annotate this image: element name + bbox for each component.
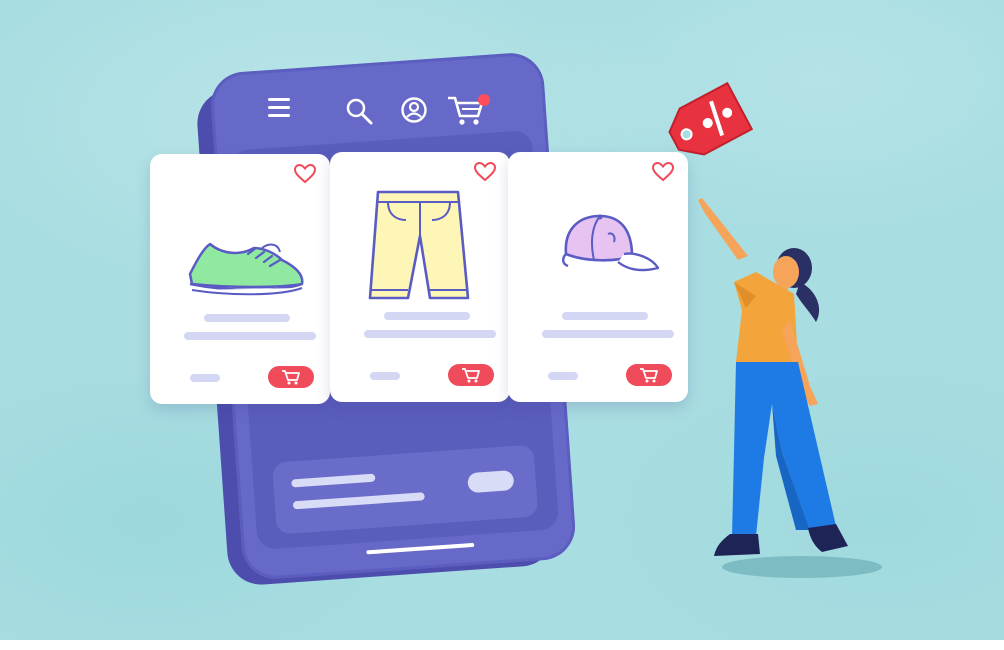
product-title-placeholder: [384, 312, 470, 320]
cart-icon: [282, 370, 300, 385]
search-icon: [346, 98, 373, 125]
menu-icon: [268, 98, 290, 118]
product-title-placeholder: [204, 314, 290, 322]
discount-tag-icon: [668, 81, 754, 156]
heart-icon: [474, 162, 496, 182]
product-desc-placeholder: [364, 330, 496, 338]
product-card-cap: [508, 152, 688, 402]
add-to-cart-button[interactable]: [448, 364, 494, 386]
promo-line-1: [291, 473, 376, 488]
product-card-sneaker: [150, 154, 330, 404]
product-price-placeholder: [190, 374, 220, 382]
woman-pointing-illustration: [698, 198, 848, 556]
product-card-shorts: [330, 152, 510, 402]
illustration-scene: [0, 0, 1004, 640]
shorts-icon: [368, 190, 470, 300]
cap-icon: [562, 214, 660, 272]
heart-icon: [294, 164, 316, 184]
product-price-placeholder: [548, 372, 578, 380]
home-indicator: [366, 542, 475, 555]
promo-button: [467, 470, 515, 494]
cart-icon: [640, 368, 658, 383]
promo-line-2: [292, 492, 425, 510]
product-desc-placeholder: [542, 330, 674, 338]
add-to-cart-button[interactable]: [268, 366, 314, 388]
bottom-strip: [0, 640, 1004, 650]
user-icon: [401, 97, 427, 123]
sneaker-icon: [188, 242, 304, 296]
cart-notification-dot: [478, 94, 490, 106]
add-to-cart-button[interactable]: [626, 364, 672, 386]
cart-icon: [462, 368, 480, 383]
product-desc-placeholder: [184, 332, 316, 340]
product-title-placeholder: [562, 312, 648, 320]
product-price-placeholder: [370, 372, 400, 380]
